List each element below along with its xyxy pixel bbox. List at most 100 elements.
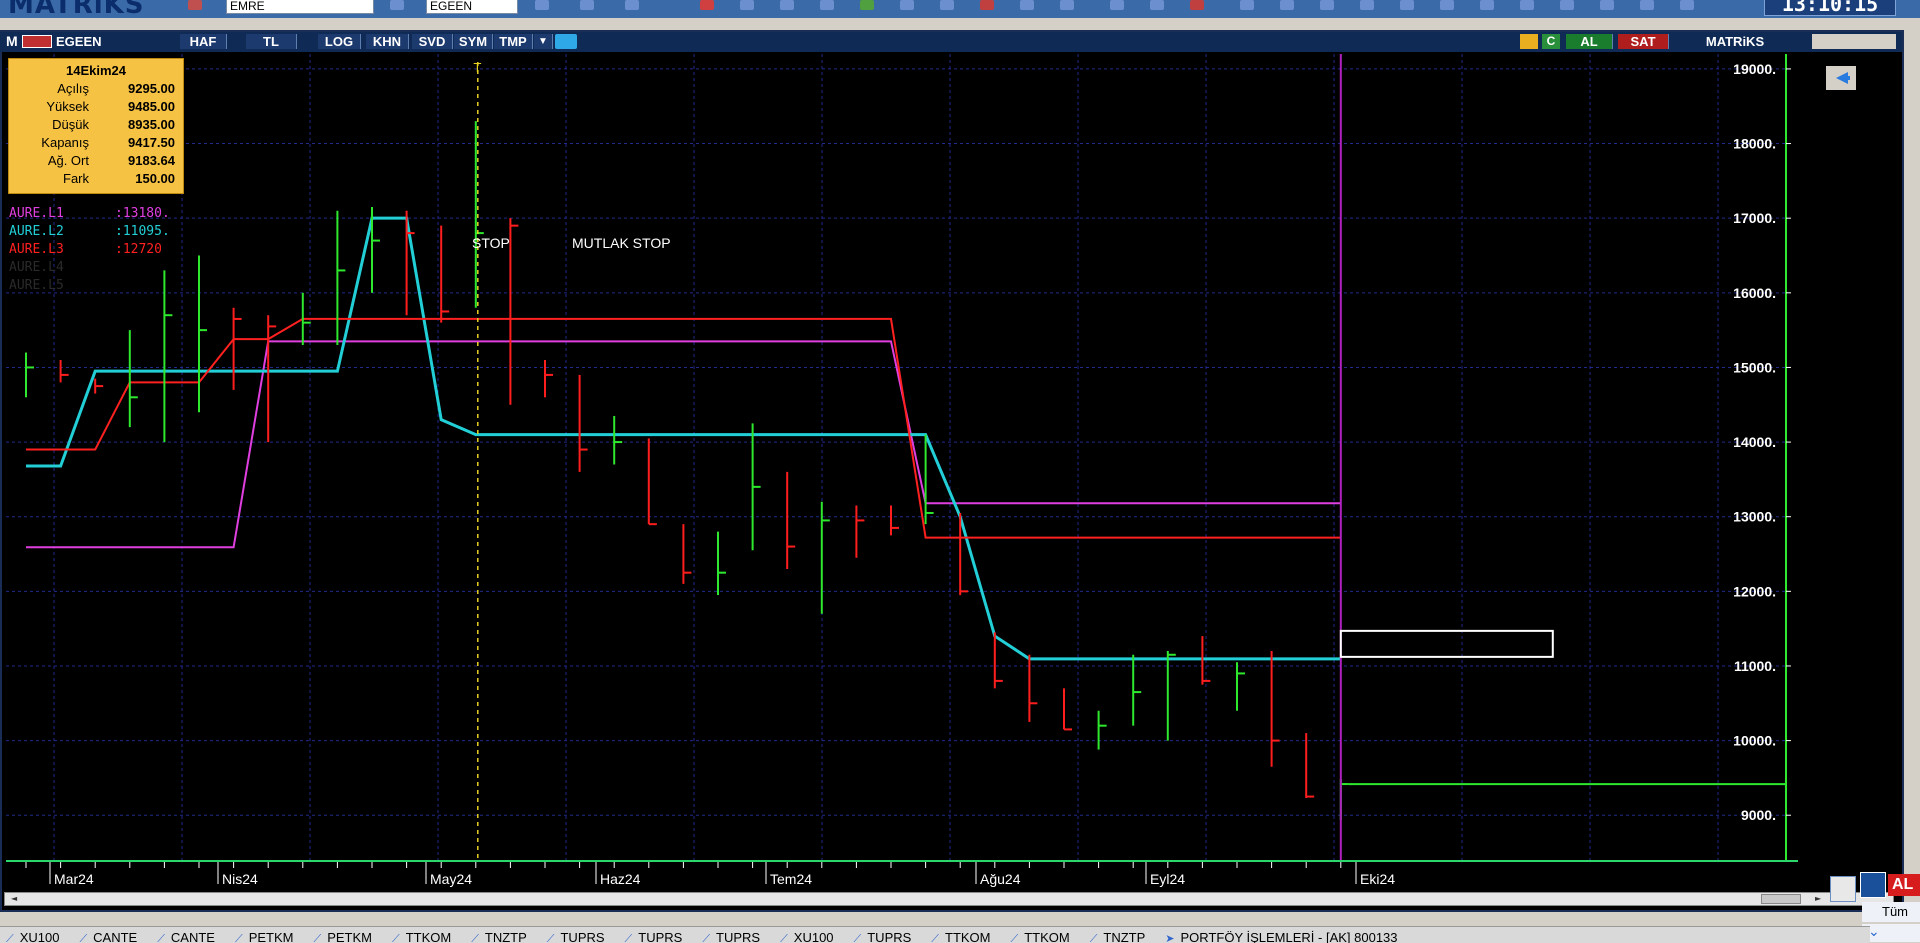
- symbol-tab[interactable]: ⟋ PETKM: [229, 930, 308, 943]
- symbol-tab[interactable]: ⟋ TTKOM: [925, 930, 1004, 943]
- symbol-tab[interactable]: ⟋ CANTE: [73, 930, 151, 943]
- horizontal-scrollbar[interactable]: ◄ ►: [4, 892, 1894, 906]
- alert-icon[interactable]: [980, 0, 994, 10]
- symbol-tab[interactable]: ⟋ CANTE: [151, 930, 229, 943]
- symbol-tab-label: PETKM: [248, 930, 294, 943]
- symbol-switch-icon[interactable]: [22, 35, 52, 48]
- buy-button[interactable]: AL: [1566, 34, 1613, 49]
- sync-icon[interactable]: [1060, 0, 1074, 10]
- bold-icon[interactable]: [940, 0, 954, 10]
- window-controls[interactable]: [1812, 34, 1896, 49]
- info-row: Fark 150.00: [9, 171, 183, 188]
- user-icon[interactable]: [1320, 0, 1334, 10]
- symbol-input-2[interactable]: EGEEN: [426, 0, 518, 14]
- symbol-input[interactable]: EMRE: [226, 0, 374, 14]
- legend-item-l1: AURE.L1:13180.: [9, 206, 170, 221]
- x-tick-label: May24: [430, 871, 472, 887]
- y-tick-label: 14000.: [1733, 434, 1776, 450]
- move-icon[interactable]: [1860, 872, 1886, 898]
- dropdown-icon[interactable]: ▼: [534, 34, 553, 49]
- khn-button[interactable]: KHN: [366, 34, 409, 49]
- symbol-tab[interactable]: ⟋ TUPRS: [619, 930, 697, 943]
- help-icon[interactable]: [1640, 0, 1654, 10]
- legend-name: AURE.L4: [9, 260, 64, 275]
- chart-menu-button[interactable]: M: [6, 34, 18, 49]
- info-icon[interactable]: [390, 0, 404, 10]
- log-button[interactable]: LOG: [318, 34, 361, 49]
- lightning-icon[interactable]: [1520, 34, 1538, 49]
- symbol-tab-label: CANTE: [93, 930, 138, 943]
- info-value: 9295.00: [128, 81, 175, 96]
- lock-icon[interactable]: [1680, 0, 1694, 10]
- analysis-icon[interactable]: [1240, 0, 1254, 10]
- network-icon[interactable]: [740, 0, 754, 10]
- news-icon[interactable]: [1110, 0, 1124, 10]
- link-icon[interactable]: [820, 0, 834, 10]
- power-icon[interactable]: [780, 0, 794, 10]
- x-axis-ticks: Mar24 Nis24 May24 Haz24 Tem24 Ağu24 Eyl24 Eki24: [25, 862, 1395, 887]
- check-icon[interactable]: [1560, 0, 1574, 10]
- selection-box[interactable]: [1339, 629, 1554, 658]
- svd-button[interactable]: SVD: [412, 34, 453, 49]
- message-icon[interactable]: [1440, 0, 1454, 10]
- symbol-tab[interactable]: ➤ PORTFÖY İŞLEMLERİ - [AK] 800133: [1159, 930, 1411, 943]
- refresh-c-icon[interactable]: C: [1542, 34, 1560, 49]
- order-icon[interactable]: [1190, 0, 1204, 10]
- symbol-tab[interactable]: ⟋ TUPRS: [541, 930, 619, 943]
- tmp-button[interactable]: TMP: [494, 34, 533, 49]
- symbol-tab-label: CANTE: [170, 930, 215, 943]
- symbol-tab[interactable]: ⟋ TTKOM: [386, 930, 465, 943]
- portfolio-icon[interactable]: [188, 0, 202, 10]
- scroll-left-icon[interactable]: ◄: [11, 894, 17, 903]
- symbol-tab-label: TTKOM: [945, 930, 991, 943]
- symbol-tab[interactable]: ⟋ PETKM: [307, 930, 386, 943]
- symbol-tab-label: PETKM: [327, 930, 372, 943]
- stop-label: STOP: [472, 235, 510, 251]
- info-value: 150.00: [135, 171, 175, 186]
- calendar-icon[interactable]: [625, 0, 639, 10]
- quick-buy-button[interactable]: AL: [1888, 874, 1920, 896]
- filter-icon[interactable]: [1520, 0, 1534, 10]
- statistics-icon[interactable]: [1150, 0, 1164, 10]
- info-label: Fark: [63, 171, 89, 186]
- symbol-tab[interactable]: ⟋ TUPRS: [696, 930, 774, 943]
- refresh-icon[interactable]: [1020, 0, 1034, 10]
- scroll-thumb[interactable]: [1761, 894, 1801, 904]
- bars-icon[interactable]: [860, 0, 874, 10]
- sell-button[interactable]: SAT: [1618, 34, 1669, 49]
- chart-icon[interactable]: [700, 0, 714, 10]
- chart-symbol: EGEEN: [56, 34, 102, 49]
- symbol-tab[interactable]: ⟋ TTKOM: [1005, 930, 1084, 943]
- sync-window-icon[interactable]: [1830, 876, 1856, 902]
- y-tick-label: 11000.: [1734, 658, 1776, 674]
- symbol-tab[interactable]: ⟋ TNZTP: [1084, 930, 1160, 943]
- back-icon[interactable]: [580, 0, 594, 10]
- zoom-icon[interactable]: [535, 0, 549, 10]
- scroll-right-icon[interactable]: ►: [1815, 894, 1821, 903]
- table-icon[interactable]: [900, 0, 914, 10]
- twitter-icon[interactable]: [555, 34, 577, 49]
- tl-button[interactable]: TL: [246, 34, 297, 49]
- x-tick-label: Tem24: [770, 871, 812, 887]
- info-label: Ağ. Ort: [47, 153, 89, 168]
- back-arrow-icon[interactable]: [1826, 66, 1856, 90]
- haf-button[interactable]: HAF: [180, 34, 227, 49]
- symbol-tab[interactable]: ⟋ TUPRS: [848, 930, 926, 943]
- folder-icon[interactable]: [1360, 0, 1374, 10]
- wave-icon[interactable]: [1280, 0, 1294, 10]
- symbol-tab[interactable]: ⟋ XU100: [0, 930, 73, 943]
- legend-name: AURE.L2: [9, 224, 64, 239]
- clock: 13:10:15: [1764, 0, 1896, 16]
- search-icon[interactable]: [1480, 0, 1494, 10]
- symbol-tab[interactable]: ⟋ TNZTP: [465, 930, 541, 943]
- sym-button[interactable]: SYM: [454, 34, 493, 49]
- all-windows-button[interactable]: Tüm: [1862, 902, 1920, 922]
- price-chart[interactable]: T STOP MUTLAK STOP 9000. 10000. 11000. 12000.…: [6, 54, 1796, 860]
- settings-icon[interactable]: [1600, 0, 1614, 10]
- symbol-tab[interactable]: ⟋ XU100: [774, 930, 847, 943]
- y-tick-label: 16000.: [1733, 285, 1776, 301]
- expand-down-icon[interactable]: ⌄: [1862, 924, 1920, 942]
- save-icon[interactable]: [1400, 0, 1414, 10]
- symbol-tabs: ⟋ XU100 ⟋ CANTE ⟋ CANTE ⟋ PETKM ⟋ PETKM ⟋ TTKOM ⟋ TNZ…: [0, 926, 1870, 943]
- chart-header: M EGEEN HAF TL LOG KHN SVD SYM TMP ▼ C A…: [0, 32, 1902, 52]
